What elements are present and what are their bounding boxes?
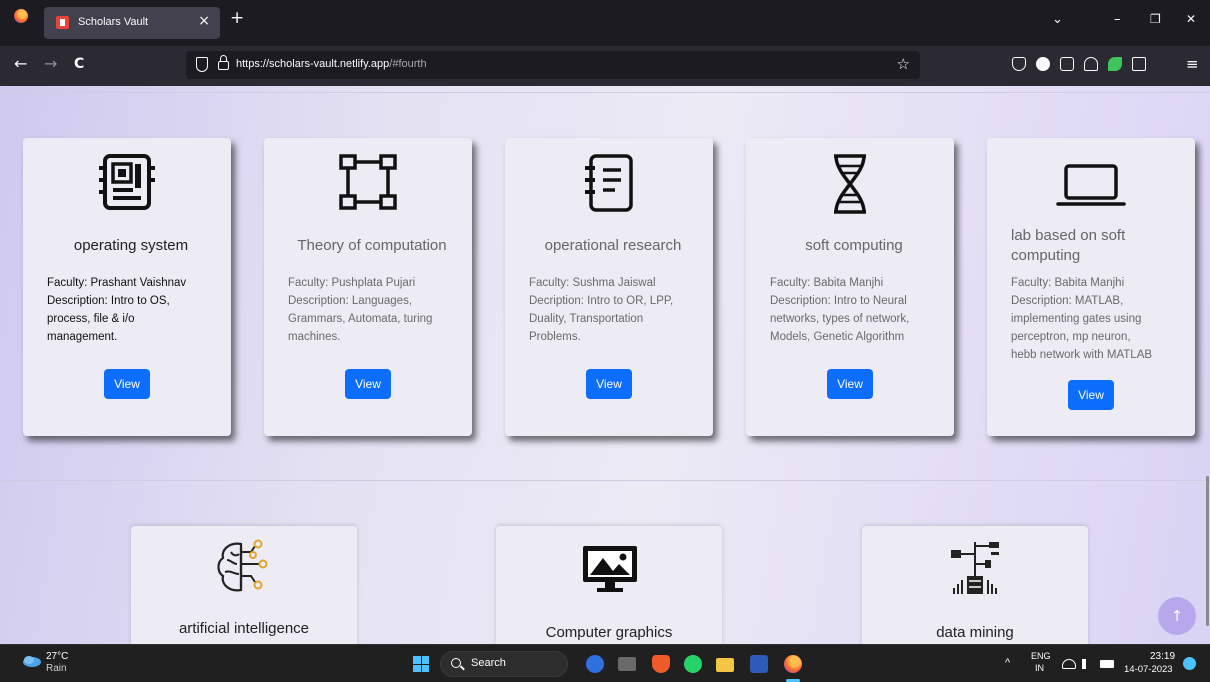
section-divider — [0, 480, 1210, 481]
wifi-icon[interactable] — [1062, 659, 1076, 669]
windows-start-icon[interactable] — [413, 656, 429, 672]
dna-icon — [834, 154, 866, 214]
course-title: operational research — [544, 237, 682, 254]
whatsapp-icon[interactable] — [684, 655, 702, 673]
course-description: Faculty: Sushma Jaiswal Decription: Intr… — [529, 277, 674, 343]
data-tree-icon — [951, 542, 999, 594]
view-button[interactable]: View — [1068, 380, 1114, 410]
firefox-taskbar-icon[interactable] — [784, 655, 802, 673]
course-description: Faculty: Prashant Vaishnav Description: … — [47, 277, 187, 343]
site-favicon-icon — [56, 16, 69, 29]
language-indicator[interactable]: ENG — [1031, 651, 1051, 661]
course-title: soft computing — [805, 237, 903, 254]
reader-extension-icon[interactable] — [1132, 57, 1146, 71]
view-button[interactable]: View — [827, 369, 873, 399]
app-menu-icon[interactable]: ≡ — [1186, 56, 1199, 72]
course-card-theory-of-computation: Theory of computation Faculty: Pushplata… — [264, 138, 472, 436]
rain-cloud-icon[interactable] — [22, 655, 42, 669]
circuit-board-icon — [99, 154, 155, 210]
tab-title: Scholars Vault — [78, 16, 149, 28]
notebook-icon — [585, 154, 633, 212]
course-title: lab based on soft computing — [1011, 227, 1126, 264]
view-button[interactable]: View — [345, 369, 391, 399]
course-card-artificial-intelligence: artificial intelligence — [131, 526, 357, 644]
show-hidden-icons-chevron[interactable]: ^ — [1005, 657, 1010, 669]
firefox-logo-icon[interactable] — [14, 9, 28, 23]
nodes-square-icon — [339, 154, 397, 210]
tab-scholars-vault[interactable]: Scholars Vault × — [44, 7, 220, 39]
course-card-computer-graphics: Computer graphics — [496, 526, 722, 644]
tracking-protection-shield-icon[interactable] — [196, 57, 208, 72]
view-button[interactable]: View — [104, 369, 150, 399]
file-explorer-icon[interactable] — [716, 658, 734, 672]
notification-bell-icon[interactable] — [1084, 57, 1098, 71]
weather-description[interactable]: Rain — [46, 663, 67, 675]
course-description: Faculty: Babita Manjhi Description: Intr… — [770, 277, 910, 343]
course-title: data mining — [936, 624, 1014, 641]
search-placeholder: Search — [471, 657, 506, 669]
close-window-button[interactable]: ✕ — [1186, 12, 1196, 26]
course-card-operational-research: operational research Faculty: Sushma Jai… — [505, 138, 713, 436]
language-region[interactable]: IN — [1035, 663, 1044, 673]
restore-button[interactable]: ❐ — [1150, 12, 1161, 26]
clock-date[interactable]: 14-07-2023 — [1124, 664, 1173, 675]
pocket-icon[interactable] — [1012, 57, 1026, 71]
back-button[interactable]: ← — [14, 56, 27, 72]
notifications-badge-icon[interactable] — [1183, 657, 1196, 670]
reload-button[interactable]: C — [74, 56, 84, 72]
task-view-icon[interactable] — [618, 657, 636, 671]
course-title: operating system — [73, 237, 189, 254]
windows-taskbar: 27°C Rain Search ^ ENG IN 23:19 14-07-20… — [0, 644, 1210, 682]
extension-p-icon[interactable] — [1036, 57, 1050, 71]
course-card-operating-system: operating system Faculty: Prashant Vaish… — [23, 138, 231, 436]
volume-icon[interactable] — [1082, 659, 1094, 669]
course-description: Faculty: Pushplata Pujari Description: L… — [288, 277, 433, 343]
course-card-lab-soft-computing: lab based on soft computing Faculty: Bab… — [987, 138, 1195, 436]
laptop-icon — [1056, 164, 1126, 206]
course-card-soft-computing: soft computing Faculty: Babita Manjhi De… — [746, 138, 954, 436]
page-scrollbar[interactable] — [1206, 476, 1209, 626]
extension-leaf-icon[interactable] — [1108, 57, 1122, 71]
share-icon[interactable] — [1060, 57, 1074, 71]
minimize-button[interactable]: – — [1114, 12, 1121, 27]
weather-temperature[interactable]: 27°C — [46, 651, 68, 663]
brain-circuit-icon — [217, 539, 268, 592]
browser-nav-bar: ← → C https://scholars-vault.netlify.app… — [0, 46, 1210, 86]
bing-chat-icon[interactable] — [586, 655, 604, 673]
clock-time[interactable]: 23:19 — [1150, 651, 1175, 662]
new-tab-button[interactable]: + — [230, 10, 244, 27]
battery-icon[interactable] — [1100, 660, 1114, 668]
scroll-to-top-button[interactable]: ↑ — [1158, 597, 1196, 635]
brave-browser-icon[interactable] — [652, 655, 670, 673]
word-icon[interactable] — [750, 655, 768, 673]
tab-close-icon[interactable]: × — [198, 13, 210, 29]
url-text[interactable]: https://scholars-vault.netlify.app/#four… — [236, 58, 427, 70]
course-title: artificial intelligence — [178, 620, 310, 637]
list-all-tabs-icon[interactable]: ⌄ — [1052, 12, 1063, 27]
search-icon — [451, 658, 461, 668]
monitor-image-icon — [583, 546, 637, 592]
section-divider — [0, 92, 1210, 93]
bookmark-star-icon[interactable]: ☆ — [897, 55, 910, 73]
forward-button[interactable]: → — [44, 56, 57, 72]
lock-icon[interactable] — [218, 55, 229, 70]
browser-tab-bar: Scholars Vault × + ⌄ – ❐ ✕ — [0, 0, 1210, 46]
address-bar[interactable]: https://scholars-vault.netlify.app/#four… — [186, 51, 920, 79]
course-title: Theory of computation — [297, 237, 447, 254]
course-description: Faculty: Babita Manjhi Description: MATL… — [1011, 277, 1153, 361]
course-title: Computer graphics — [545, 624, 673, 641]
course-card-data-mining: data mining — [862, 526, 1088, 644]
taskbar-search-input[interactable]: Search — [440, 651, 568, 677]
page-content: operating system Faculty: Prashant Vaish… — [0, 86, 1210, 644]
view-button[interactable]: View — [586, 369, 632, 399]
